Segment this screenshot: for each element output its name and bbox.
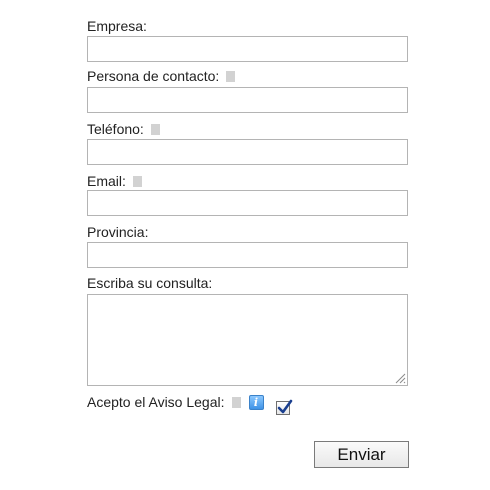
contact-person-label: Persona de contacto:: [87, 68, 220, 84]
contact-person-label-row: Persona de contacto:: [87, 67, 236, 85]
inquiry-textarea[interactable]: [87, 294, 408, 386]
legal-notice-row: Acepto el Aviso Legal: i: [87, 393, 292, 415]
company-label-row: Empresa:: [87, 17, 147, 35]
province-label-row: Provincia:: [87, 223, 148, 241]
province-input[interactable]: [87, 242, 408, 268]
phone-input[interactable]: [87, 139, 408, 165]
company-input[interactable]: [87, 36, 408, 62]
contact-person-input[interactable]: [87, 87, 408, 113]
required-marker-icon: [132, 175, 142, 187]
resize-grip-icon[interactable]: [394, 372, 406, 384]
required-marker-icon: [231, 397, 241, 408]
inquiry-label: Escriba su consulta:: [87, 275, 213, 291]
email-label-row: Email:: [87, 172, 142, 190]
company-label: Empresa:: [87, 18, 147, 34]
legal-notice-checkbox[interactable]: [275, 399, 292, 415]
phone-label-row: Teléfono:: [87, 120, 160, 138]
required-marker-icon: [226, 70, 236, 82]
email-input[interactable]: [87, 190, 408, 216]
info-icon[interactable]: i: [248, 395, 264, 410]
inquiry-label-row: Escriba su consulta:: [87, 274, 212, 292]
email-label: Email:: [87, 173, 126, 189]
phone-label: Teléfono:: [87, 121, 144, 137]
submit-button[interactable]: Enviar: [314, 441, 409, 468]
required-marker-icon: [150, 123, 160, 135]
checkmark-icon: [277, 399, 292, 414]
legal-notice-label: Acepto el Aviso Legal:: [87, 394, 225, 410]
province-label: Provincia:: [87, 224, 149, 240]
